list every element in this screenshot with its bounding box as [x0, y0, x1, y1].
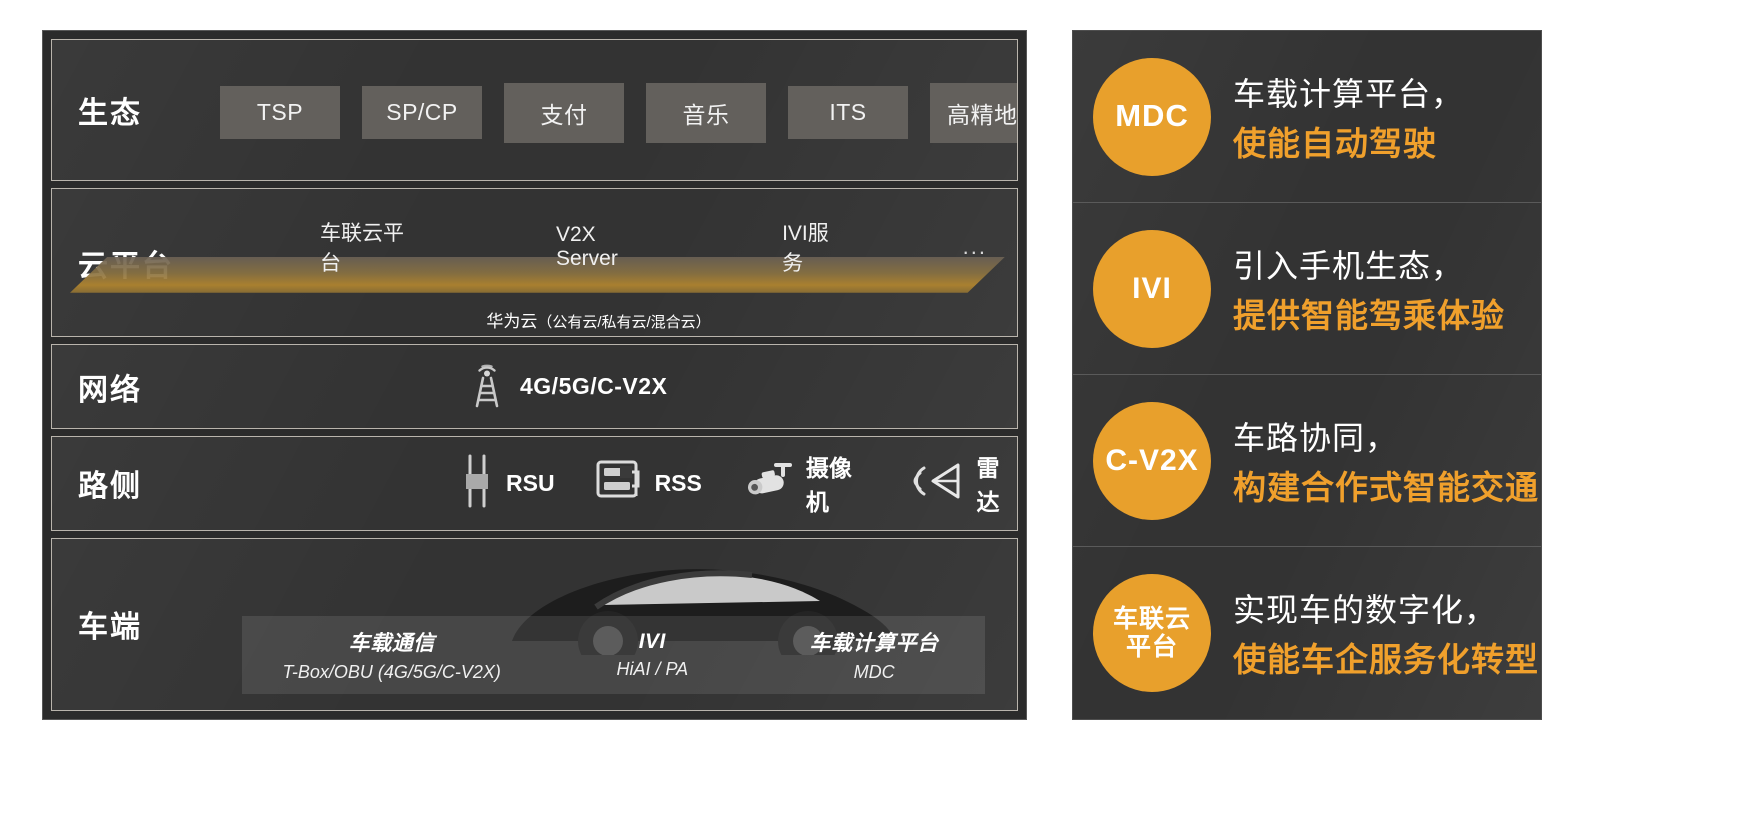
- roadside-label-rss: RSS: [654, 469, 702, 496]
- vehicle-col-compute-title: 车载计算平台: [809, 632, 939, 656]
- highlight-ivi-line2: 提供智能驾乘体验: [1233, 296, 1505, 334]
- vehicle-col-ivi-sub: HiAI / PA: [616, 659, 689, 680]
- highlight-cv2x-line2: 构建合作式智能交通: [1233, 468, 1539, 506]
- cloud-service-ivi: IVI服务: [782, 221, 829, 275]
- highlight-item-cv2x: C-V2X 车路协同， 构建合作式智能交通: [1073, 375, 1541, 547]
- vehicle-col-compute: 车载计算平台 MDC: [763, 627, 985, 683]
- vehicle-col-telecom: 车载通信 T-Box/OBU (4G/5G/C-V2X): [242, 627, 541, 683]
- highlights-panel: MDC 车载计算平台， 使能自动驾驶 IVI 引入手机生态， 提供智能驾乘体验 …: [1072, 30, 1542, 720]
- highlight-cv2x-line1: 车路协同，: [1233, 419, 1399, 456]
- highlight-item-ivi: IVI 引入手机生态， 提供智能驾乘体验: [1073, 203, 1541, 375]
- roadside-item-camera: 摄像机: [742, 449, 869, 517]
- rss-server-icon: [595, 459, 643, 508]
- eco-chip-its[interactable]: ITS: [788, 86, 908, 140]
- highlight-mdc-line2: 使能自动驾驶: [1233, 124, 1437, 162]
- badge-cv2x: C-V2X: [1093, 401, 1211, 520]
- camera-icon: [742, 459, 794, 508]
- network-tech-label: 4G/5G/C-V2X: [520, 373, 668, 400]
- diagram-root: 生态 TSP SP/CP 支付 音乐 ITS 高精地图 ... 云平台: [0, 0, 1744, 828]
- roadside-item-radar: 雷达: [908, 449, 1017, 517]
- vehicle-modules-bar: 车载通信 T-Box/OBU (4G/5G/C-V2X) IVI HiAI / …: [242, 616, 985, 695]
- highlight-ivi-line1: 引入手机生态，: [1233, 247, 1465, 284]
- layer-title-ecosystem: 生态: [78, 96, 142, 130]
- badge-ivi: IVI: [1093, 229, 1211, 348]
- layer-body-roadside: RSU RSS 摄像机 雷达: [220, 437, 1017, 530]
- badge-mdc: MDC: [1093, 57, 1211, 176]
- roadside-label-camera: 摄像机: [805, 455, 852, 516]
- layer-title-network: 网络: [78, 373, 142, 407]
- cloud-subtitle-paren: （公有云/私有云/混合云）: [537, 313, 711, 331]
- highlight-cloud-line1: 实现车的数字化，: [1233, 592, 1498, 628]
- architecture-stack-panel: 生态 TSP SP/CP 支付 音乐 ITS 高精地图 ... 云平台: [42, 30, 1027, 720]
- badge-cloud: 车联云 平台: [1093, 574, 1211, 692]
- cloud-subtitle-main: 华为云: [486, 311, 538, 331]
- cloud-ellipsis: ...: [962, 233, 987, 259]
- radar-icon: [908, 459, 964, 508]
- layer-vehicle: 车端 车载通信 T-Box/OBU (4G/5G/C-V2X) IVI HiAI…: [51, 537, 1018, 712]
- highlight-item-cloud: 车联云 平台 实现车的数字化， 使能车企服务化转型: [1073, 547, 1541, 719]
- cloud-subtitle: 华为云（公有云/私有云/混合云）: [220, 307, 977, 332]
- layer-body-ecosystem: TSP SP/CP 支付 音乐 ITS 高精地图 ...: [220, 40, 1017, 180]
- highlight-text-ivi: 引入手机生态， 提供智能驾乘体验: [1233, 241, 1505, 337]
- layer-body-cloud: 车联云平台 V2X Server IVI服务 ... 华为云（公有云/私有云/混…: [70, 189, 1017, 337]
- cloud-service-v2x-server: V2X Server: [555, 222, 618, 270]
- vehicle-col-ivi: IVI HiAI / PA: [541, 630, 763, 680]
- eco-chip-hdmap[interactable]: 高精地图: [930, 82, 1017, 143]
- vehicle-col-ivi-title: IVI: [638, 630, 666, 654]
- eco-chip-tsp[interactable]: TSP: [220, 86, 340, 140]
- cell-tower-icon: [470, 360, 504, 413]
- rsu-icon: [460, 454, 494, 513]
- layer-body-network: 4G/5G/C-V2X: [220, 345, 1017, 428]
- layer-title-vehicle: 车端: [78, 611, 142, 645]
- roadside-label-rsu: RSU: [506, 469, 555, 496]
- roadside-item-rss: RSS: [595, 459, 702, 508]
- roadside-label-radar: 雷达: [976, 455, 1000, 516]
- highlight-mdc-line1: 车载计算平台，: [1233, 75, 1465, 112]
- roadside-item-rsu: RSU: [460, 454, 555, 513]
- layer-network: 网络 4G/5G/C-V2X: [51, 344, 1018, 430]
- eco-chip-music[interactable]: 音乐: [646, 82, 766, 143]
- layer-cloud-platform: 云平台 车联云平台 V2X Server IVI服务 ... 华为云（公有云/私…: [51, 187, 1018, 338]
- eco-chip-pay[interactable]: 支付: [504, 82, 624, 143]
- highlight-text-cv2x: 车路协同， 构建合作式智能交通: [1233, 413, 1539, 509]
- eco-chip-spcp[interactable]: SP/CP: [362, 86, 482, 140]
- vehicle-col-telecom-sub: T-Box/OBU (4G/5G/C-V2X): [282, 662, 501, 683]
- highlight-text-cloud: 实现车的数字化， 使能车企服务化转型: [1233, 585, 1539, 681]
- layer-title-roadside: 路侧: [78, 470, 142, 504]
- highlight-text-mdc: 车载计算平台， 使能自动驾驶: [1233, 69, 1464, 165]
- vehicle-col-telecom-title: 车载通信: [348, 632, 435, 656]
- vehicle-col-compute-sub: MDC: [853, 662, 895, 683]
- cloud-service-telematics: 车联云平台: [320, 221, 404, 275]
- highlight-cloud-line2: 使能车企服务化转型: [1233, 641, 1539, 678]
- layer-roadside: 路侧 RSU RSS 摄像机 雷达: [51, 436, 1018, 531]
- layer-body-vehicle: 车载通信 T-Box/OBU (4G/5G/C-V2X) IVI HiAI / …: [220, 539, 1017, 710]
- layer-ecosystem: 生态 TSP SP/CP 支付 音乐 ITS 高精地图 ...: [51, 39, 1018, 181]
- highlight-item-mdc: MDC 车载计算平台， 使能自动驾驶: [1073, 31, 1541, 203]
